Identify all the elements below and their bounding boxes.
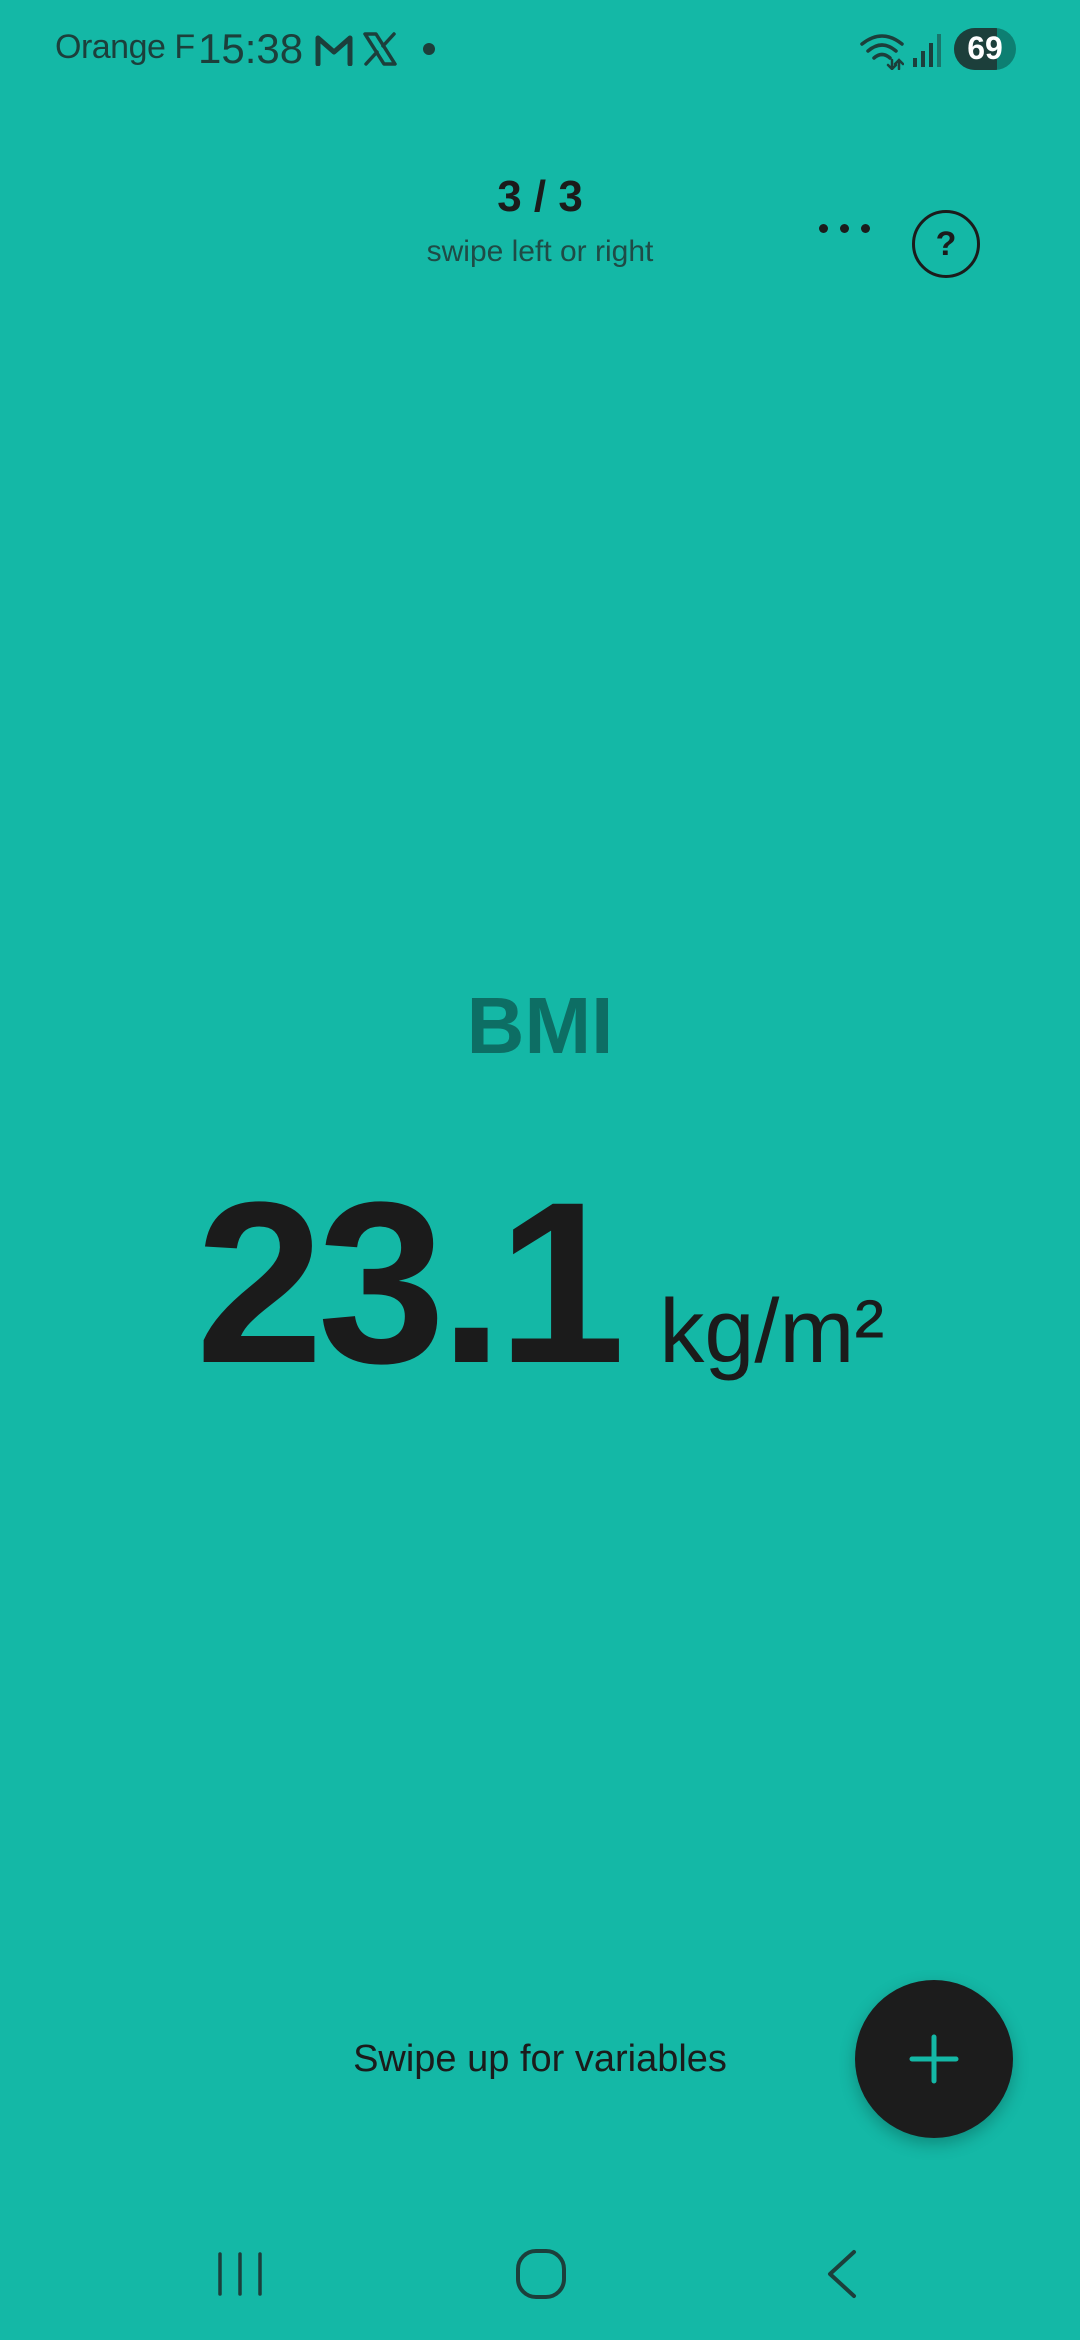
- result-title: BMI: [466, 981, 614, 1070]
- more-options-button[interactable]: [805, 208, 885, 248]
- result-display: 23.1 kg/m²: [0, 1150, 1080, 1415]
- signal-icon: [913, 34, 941, 67]
- battery-level: 69: [967, 30, 1003, 66]
- help-button[interactable]: ?: [912, 210, 980, 278]
- back-icon[interactable]: [822, 2248, 862, 2300]
- home-icon[interactable]: [515, 2248, 567, 2300]
- carrier-name: Orange F: [55, 28, 195, 66]
- status-bar: Orange F 15:38 69: [0, 0, 1080, 100]
- add-button[interactable]: [855, 1980, 1013, 2138]
- help-icon: ?: [935, 225, 957, 263]
- result-value: 23.1: [195, 1154, 626, 1411]
- result-unit: kg/m²: [659, 1282, 885, 1382]
- more-horizontal-icon: [861, 224, 870, 233]
- more-horizontal-icon: [819, 224, 828, 233]
- battery-icon: 69: [954, 28, 1016, 70]
- wifi-icon: [860, 34, 904, 70]
- more-horizontal-icon: [840, 224, 849, 233]
- swipe-up-hint[interactable]: Swipe up for variables: [240, 2038, 840, 2081]
- status-time: 15:38: [198, 25, 304, 72]
- page-indicator: 3 / 3: [497, 172, 583, 221]
- gmail-icon: [315, 35, 353, 66]
- plus-icon: [909, 2034, 959, 2084]
- notification-dot-icon: [423, 43, 435, 55]
- recents-icon[interactable]: [215, 2252, 265, 2296]
- x-icon: [363, 32, 397, 66]
- swipe-hint: swipe left or right: [426, 235, 654, 268]
